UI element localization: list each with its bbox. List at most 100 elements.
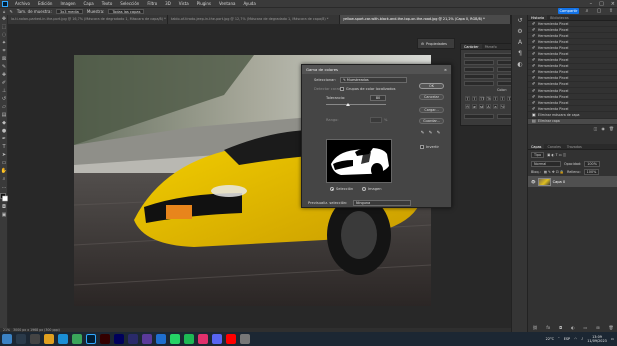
share-arrow-icon[interactable]: ⇪ (608, 8, 614, 14)
start-icon[interactable] (2, 334, 12, 344)
menu-plugins[interactable]: Plugins (193, 1, 215, 6)
youtube-icon[interactable] (226, 334, 236, 344)
more-tools-icon[interactable]: … (0, 183, 8, 191)
adjustment-layer-icon[interactable]: ◐ (571, 325, 575, 330)
marquee-tool-icon[interactable]: ⬚ (0, 23, 8, 31)
move-tool-icon[interactable]: ✥ (0, 15, 8, 23)
layer-kind-filter[interactable]: Tipo (531, 152, 545, 158)
range-input[interactable] (370, 117, 382, 123)
spotify-icon[interactable] (184, 334, 194, 344)
dodge-tool-icon[interactable]: ● (0, 127, 8, 135)
tab-paragraph[interactable]: Párrafo (482, 44, 500, 49)
alternates-button[interactable]: A (486, 104, 491, 109)
load-button[interactable]: Cargar... (419, 107, 444, 113)
frame-tool-icon[interactable]: ⊠ (0, 55, 8, 63)
layer-row[interactable]: 👁 Capa 0 (528, 176, 617, 187)
character-panel-icon[interactable]: A (512, 37, 528, 48)
localized-checkbox[interactable] (340, 87, 344, 91)
all-caps-button[interactable]: TT (479, 96, 484, 101)
chrome-icon[interactable] (72, 334, 82, 344)
edge-icon[interactable] (58, 334, 68, 344)
blend-mode-select[interactable]: Normal (531, 161, 561, 167)
chevron-up-icon[interactable]: ˄ (558, 337, 560, 341)
quick-select-tool-icon[interactable]: ✦ (0, 39, 8, 47)
after-effects-icon[interactable] (128, 334, 138, 344)
adjustments-panel-icon[interactable]: ◐ (512, 59, 528, 70)
illustrator-icon[interactable] (100, 334, 110, 344)
shape-tool-icon[interactable]: ▭ (0, 159, 8, 167)
crop-tool-icon[interactable]: ⌗ (0, 47, 8, 55)
premiere-icon[interactable] (114, 334, 124, 344)
menu-3d[interactable]: 3D (161, 1, 175, 6)
language-field[interactable] (464, 114, 494, 119)
preview-select[interactable]: Ninguna (353, 200, 411, 206)
new-layer-icon[interactable]: ⊞ (596, 325, 599, 330)
search-taskbar-icon[interactable] (16, 334, 26, 344)
tab-document-2[interactable]: tablo-of-tirado-jeep-in-the-port.jpg @ 1… (168, 15, 340, 24)
whatsapp-icon[interactable] (170, 334, 180, 344)
properties-panel-icon[interactable]: ⚙ (512, 26, 528, 37)
tab-paths[interactable]: Trazados (564, 144, 585, 149)
menu-seleccion[interactable]: Selección (116, 1, 143, 6)
type-tool-icon[interactable]: T (0, 143, 8, 151)
menu-imagen[interactable]: Imagen (56, 1, 79, 6)
menu-ayuda[interactable]: Ayuda (239, 1, 259, 6)
tab-document-1[interactable]: la-ti-nolan-parked-in-the-port.jpg @ 16,… (8, 15, 168, 24)
maximize-icon[interactable]: □ (599, 1, 604, 7)
superscript-button[interactable]: T (493, 96, 498, 101)
dialog-titlebar[interactable]: Gama de colores × (302, 65, 451, 74)
wifi-icon[interactable]: ◠ (574, 337, 577, 341)
share-button[interactable]: Compartir (558, 8, 579, 14)
small-caps-button[interactable]: Tt (486, 96, 491, 101)
home-icon[interactable]: ⌂ (3, 9, 6, 14)
ordinals-button[interactable]: a (493, 104, 498, 109)
menu-archivo[interactable]: Archivo (11, 1, 34, 6)
workspace-icon[interactable]: ▢ (596, 8, 602, 14)
old-style-button[interactable]: ø (472, 104, 477, 109)
eyedropper-plus-icon[interactable]: ✎ (428, 131, 433, 136)
selection-radio[interactable] (330, 187, 334, 191)
settings-taskbar-icon[interactable] (240, 334, 250, 344)
lock-icons[interactable]: ▦ ✎ ✥ ⊡ 🔒 (544, 170, 564, 174)
sample-select[interactable]: Todas las capas (108, 9, 145, 14)
dialog-close-icon[interactable]: × (444, 67, 447, 72)
tab-libraries[interactable]: Bibliotecas (547, 15, 572, 20)
screen-mode-icon[interactable]: ▣ (0, 211, 8, 219)
subscript-button[interactable]: T (500, 96, 505, 101)
ok-button[interactable]: OK (419, 83, 444, 89)
invert-checkbox[interactable] (420, 145, 424, 149)
instagram-icon[interactable] (198, 334, 208, 344)
clock[interactable]: 13:09 11/09/2023 (587, 335, 607, 344)
file-explorer-icon[interactable] (44, 334, 54, 344)
tolerance-slider-track[interactable] (326, 104, 386, 105)
close-icon[interactable]: × (611, 1, 615, 7)
properties-panel-collapsed[interactable]: ⚙ Propiedades (417, 38, 455, 49)
save-button[interactable]: Guardar... (419, 118, 444, 124)
stamp-tool-icon[interactable]: ⊥ (0, 87, 8, 95)
eyedropper-icon[interactable]: ✎ (420, 131, 425, 136)
minimize-icon[interactable]: – (590, 1, 593, 7)
filter-icons[interactable]: ▣ ◐ T ▭ ◫ (547, 153, 566, 157)
kerning-field[interactable] (464, 74, 494, 79)
vertical-scale-field[interactable] (464, 81, 494, 86)
camera-icon[interactable]: ◉ (601, 126, 605, 131)
discord-icon[interactable] (212, 334, 222, 344)
link-layers-icon[interactable]: ⛓ (532, 325, 537, 330)
language-label[interactable]: ESP (564, 337, 570, 341)
lasso-tool-icon[interactable]: ◌ (0, 31, 8, 39)
tab-layers[interactable]: Capas (528, 144, 545, 149)
zoom-tool-icon[interactable]: ⌕ (0, 175, 8, 183)
eraser-tool-icon[interactable]: ▱ (0, 103, 8, 111)
gradient-tool-icon[interactable]: ▤ (0, 111, 8, 119)
brush-tool-icon[interactable]: ✐ (0, 79, 8, 87)
blur-tool-icon[interactable]: ◆ (0, 119, 8, 127)
word-icon[interactable] (156, 334, 166, 344)
task-view-icon[interactable] (30, 334, 40, 344)
font-size-field[interactable] (464, 67, 494, 72)
tolerance-input[interactable]: 80 (370, 95, 386, 101)
select-dropdown[interactable]: ✎ Muestreados (340, 77, 407, 83)
tab-channels[interactable]: Canales (544, 144, 563, 149)
menu-edicion[interactable]: Edición (34, 1, 56, 6)
font-style-field[interactable] (464, 60, 494, 65)
fill-field[interactable]: 100% (583, 169, 600, 175)
